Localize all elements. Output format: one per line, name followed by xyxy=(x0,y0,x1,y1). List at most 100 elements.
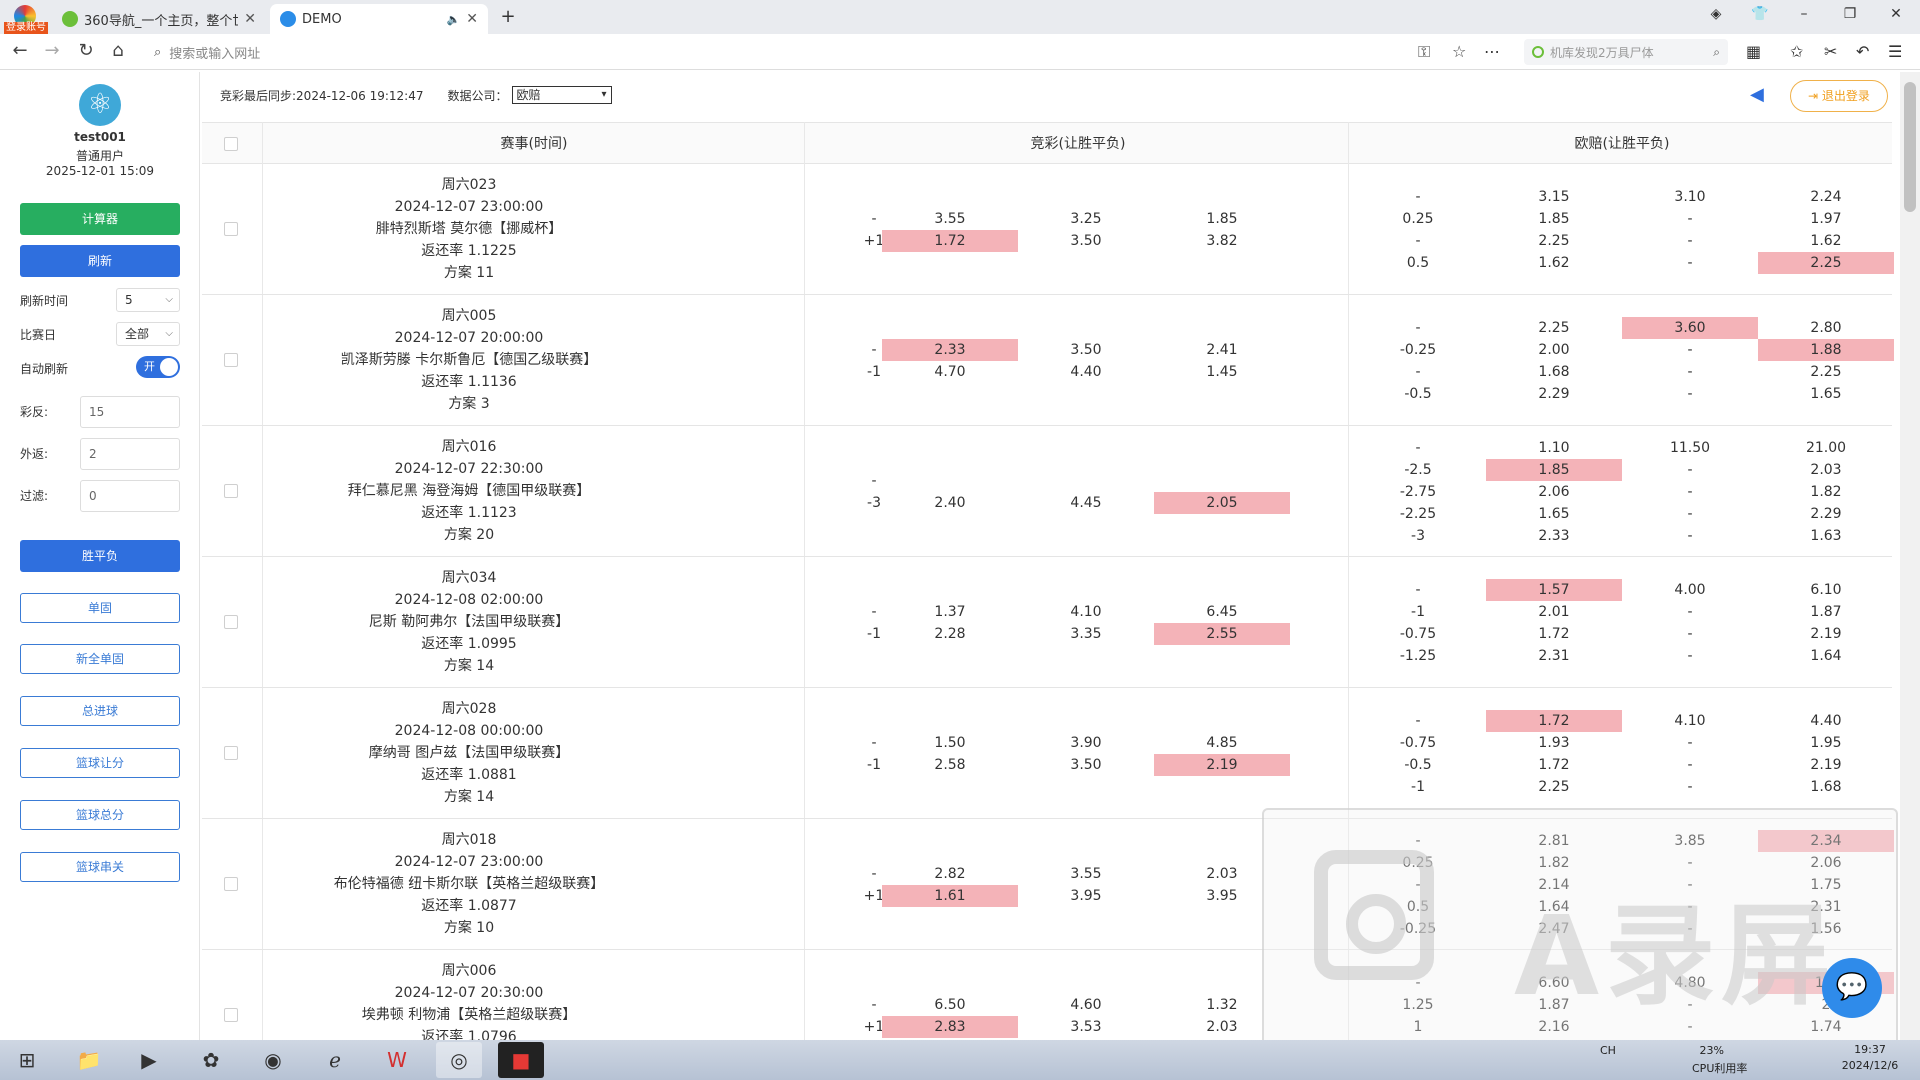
minimize-icon[interactable]: – xyxy=(1792,6,1816,28)
scrollbar-thumb[interactable] xyxy=(1904,82,1916,212)
row-checkbox[interactable] xyxy=(224,877,238,891)
eu-handicap: - xyxy=(1415,232,1421,249)
basketball-handicap-button[interactable]: 篮球让分 xyxy=(20,748,180,778)
tab-close-icon[interactable]: ✕ xyxy=(466,11,478,27)
back-icon[interactable]: ← xyxy=(8,40,32,61)
jc-odds: 3.50 xyxy=(1070,232,1102,249)
favorites-icon[interactable]: ✩ xyxy=(1790,42,1803,61)
eu-odds: - xyxy=(1687,210,1693,227)
eu-odds: 1.87 xyxy=(1810,603,1842,620)
eu-odds: - xyxy=(1687,527,1693,544)
match-info: 周六016 2024-12-07 22:30:00 拜仁慕尼黑 海登海姆【德国甲级联… xyxy=(262,436,676,546)
toggle-knob xyxy=(160,358,178,376)
table-row[interactable]: 周六005 2024-12-07 20:00:00 凯泽斯劳滕 卡尔斯鲁厄【德国乙级… xyxy=(202,295,1894,426)
basketball-total-button[interactable]: 篮球总分 xyxy=(20,800,180,830)
shield-icon[interactable]: ◈ xyxy=(1704,6,1728,28)
search-input[interactable]: 机库发现2万具尸体 ⌕ xyxy=(1524,39,1728,65)
eu-odds: 2.03 xyxy=(1810,461,1842,478)
close-window-icon[interactable]: ✕ xyxy=(1884,6,1908,28)
folder-icon[interactable]: 📁 xyxy=(66,1042,112,1078)
eu-handicap: -1 xyxy=(1411,778,1425,795)
more-icon[interactable]: ⋯ xyxy=(1484,42,1500,61)
caifan-input[interactable]: 15 xyxy=(80,396,180,428)
refresh-time-select[interactable]: 5 ⌵ xyxy=(116,288,180,312)
row-checkbox[interactable] xyxy=(224,1008,238,1022)
restore-icon[interactable]: ❐ xyxy=(1838,6,1862,28)
single-button[interactable]: 单固 xyxy=(20,593,180,623)
row-checkbox[interactable] xyxy=(224,746,238,760)
eu-odds: - xyxy=(1687,603,1693,620)
match-day-select[interactable]: 全部 ⌵ xyxy=(116,322,180,346)
browser-active-icon[interactable]: ◎ xyxy=(436,1042,482,1078)
sound-icon[interactable]: ◀ xyxy=(1750,84,1764,105)
app-icon[interactable]: ✿ xyxy=(188,1042,234,1078)
apps-grid-icon[interactable]: ▦ xyxy=(1746,42,1761,61)
eu-handicap: - xyxy=(1415,712,1421,729)
scissors-icon[interactable]: ✂ xyxy=(1824,42,1837,61)
refresh-button[interactable]: 刷新 xyxy=(20,245,180,277)
media-player-icon[interactable]: ▶ xyxy=(126,1042,172,1078)
browser-360-icon[interactable]: ◉ xyxy=(250,1042,296,1078)
jc-odds xyxy=(1018,470,1154,492)
shirt-icon[interactable]: 👕 xyxy=(1748,6,1772,28)
start-icon[interactable]: ⊞ xyxy=(4,1042,50,1078)
company-select[interactable]: 欧赔 ▾ xyxy=(511,86,612,104)
login-badge[interactable]: 登录账号 xyxy=(4,22,48,34)
star-icon[interactable]: ☆ xyxy=(1452,42,1466,61)
avatar[interactable]: ⚛ xyxy=(79,84,121,126)
eu-odds: 1.68 xyxy=(1810,778,1842,795)
tab-demo[interactable]: DEMO 🔈 ✕ xyxy=(270,4,488,34)
new-single-button[interactable]: 新全单固 xyxy=(20,644,180,674)
eu-odds: 2.31 xyxy=(1538,647,1570,664)
eu-odds: 2.80 xyxy=(1810,319,1842,336)
lang-indicator[interactable]: CH xyxy=(1600,1044,1616,1057)
page-scrollbar[interactable] xyxy=(1900,72,1920,1040)
system-tray: CH 23% CPU利用率 xyxy=(1600,1044,1747,1075)
calculator-button[interactable]: 计算器 xyxy=(20,203,180,235)
jc-odds: 2.05 xyxy=(1154,491,1290,514)
row-checkbox[interactable] xyxy=(224,484,238,498)
new-tab-button[interactable]: + xyxy=(496,6,520,28)
logout-button[interactable]: ⇥ 退出登录 xyxy=(1790,80,1888,112)
undo-icon[interactable]: ↶ xyxy=(1856,42,1869,61)
clock[interactable]: 19:37 2024/12/6 xyxy=(1830,1042,1910,1074)
logout-icon: ⇥ xyxy=(1808,89,1822,103)
table-row[interactable]: 周六023 2024-12-07 23:00:00 腓特烈斯塔 莫尔德【挪威杯】 返还… xyxy=(202,164,1894,295)
eu-handicap: -3 xyxy=(1411,527,1425,544)
tab-360-navigation[interactable]: 360导航_一个主页，整个世界 ✕ xyxy=(52,4,266,34)
eu-handicap: 0.25 xyxy=(1402,210,1434,227)
ie-icon[interactable]: ℯ xyxy=(312,1042,358,1078)
home-icon[interactable]: ⌂ xyxy=(106,40,130,61)
spf-button[interactable]: 胜平负 xyxy=(20,540,180,572)
waifan-input[interactable]: 2 xyxy=(80,438,180,470)
reload-icon[interactable]: ↻ xyxy=(74,40,98,61)
tab-close-icon[interactable]: ✕ xyxy=(244,11,256,27)
select-all-checkbox[interactable] xyxy=(224,137,238,151)
eu-odds: 2.33 xyxy=(1538,527,1570,544)
magnifier-icon[interactable]: ⌕ xyxy=(1713,45,1720,60)
eu-odds: 6.10 xyxy=(1810,581,1842,598)
auto-refresh-toggle[interactable]: 开 xyxy=(136,356,180,378)
row-checkbox[interactable] xyxy=(224,353,238,367)
url-input[interactable]: ⌕ 搜索或输入网址 xyxy=(146,39,1522,65)
match-no: 周六016 xyxy=(441,439,497,455)
key-icon[interactable]: ⚿ xyxy=(1418,42,1430,62)
recorder-icon[interactable]: ■ xyxy=(498,1042,544,1078)
speaker-icon[interactable]: 🔈 xyxy=(447,13,461,26)
filter-input[interactable]: 0 xyxy=(80,480,180,512)
total-goals-button[interactable]: 总进球 xyxy=(20,696,180,726)
table-row[interactable]: 周六028 2024-12-08 00:00:00 摩纳哥 图卢兹【法国甲级联赛】返… xyxy=(202,688,1892,819)
wps-icon[interactable]: W xyxy=(374,1042,420,1078)
table-row[interactable]: 周六034 2024-12-08 02:00:00 尼斯 勒阿弗尔【法国甲级联赛】返… xyxy=(202,557,1892,688)
browser-logo[interactable]: 登录账号 xyxy=(4,2,48,34)
forward-icon[interactable]: → xyxy=(40,40,64,61)
eu-odds: 3.10 xyxy=(1674,188,1706,205)
chat-icon[interactable]: 💬 xyxy=(1822,958,1882,1018)
row-checkbox[interactable] xyxy=(224,222,238,236)
menu-icon[interactable]: ☰ xyxy=(1888,42,1902,61)
table-row[interactable]: 周六016 2024-12-07 22:30:00 拜仁慕尼黑 海登海姆【德国甲级联… xyxy=(202,426,1892,557)
basketball-parlay-button[interactable]: 篮球串关 xyxy=(20,852,180,882)
row-checkbox[interactable] xyxy=(224,615,238,629)
jc-odds: 4.70 xyxy=(934,363,966,380)
match-match: 布伦特福德 纽卡斯尔联【英格兰超级联赛】 xyxy=(333,876,605,892)
